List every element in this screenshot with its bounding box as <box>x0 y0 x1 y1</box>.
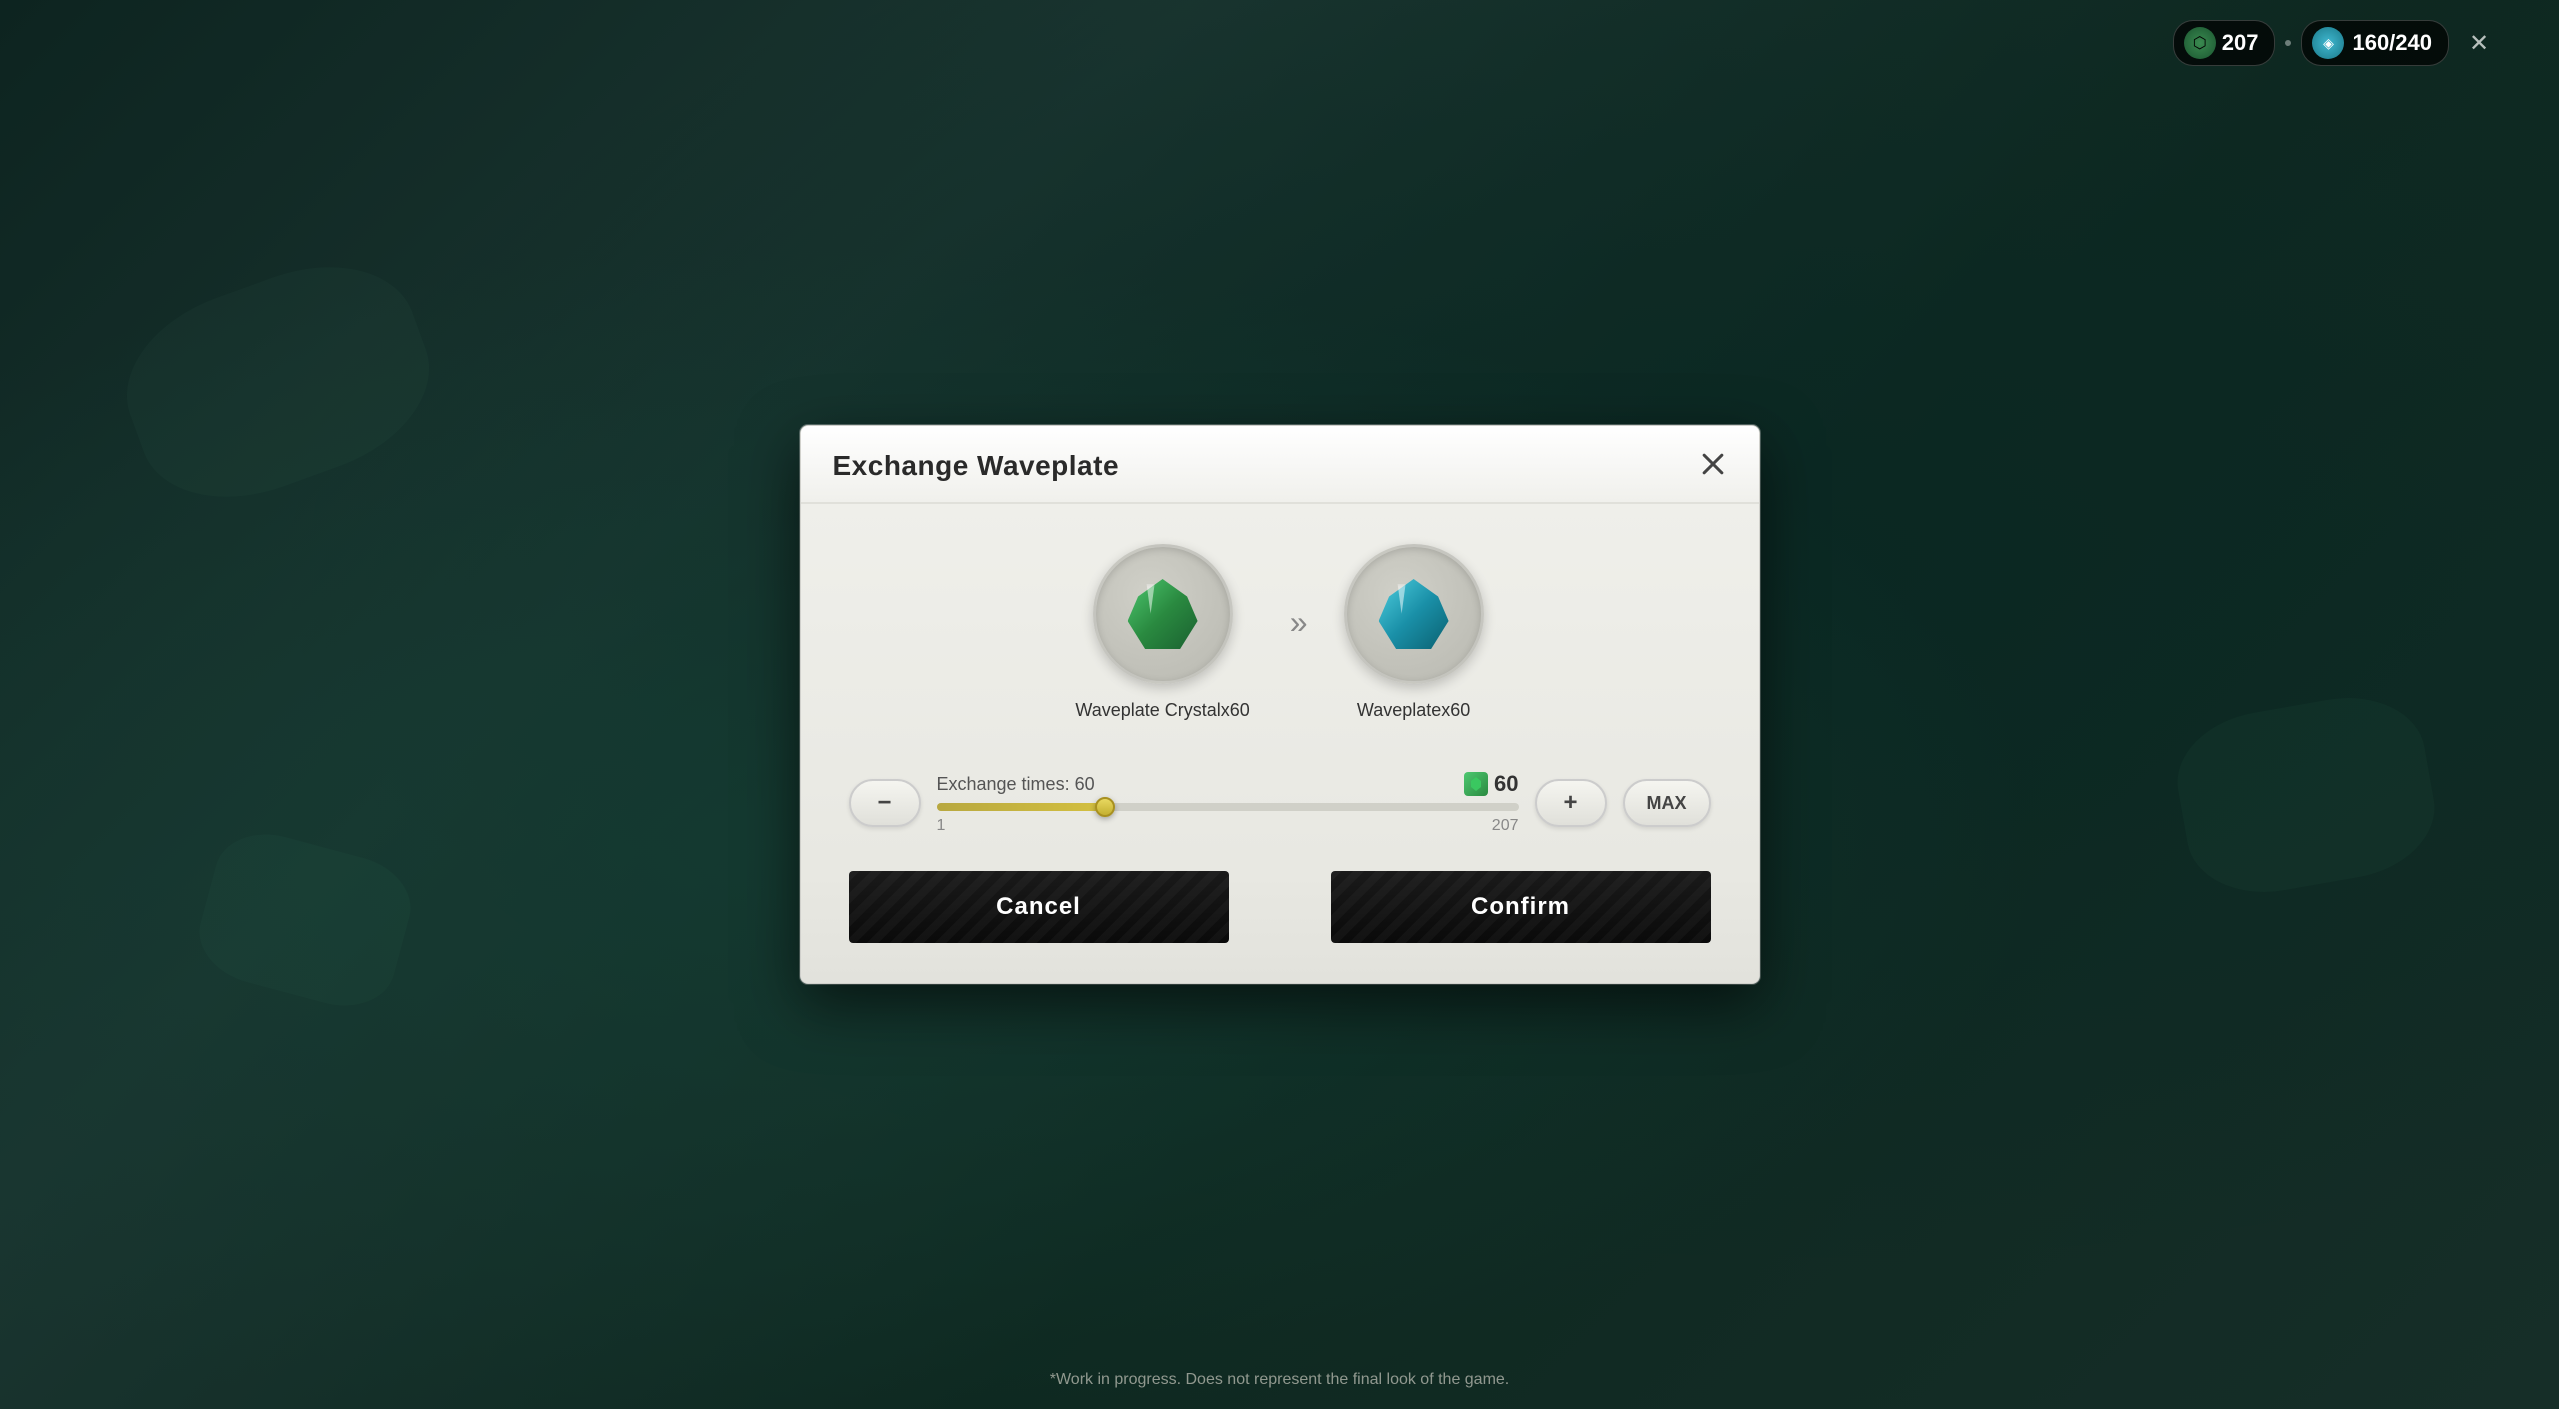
to-item: Waveplatex60 <box>1344 544 1484 721</box>
exchange-controls: − Exchange times: 60 60 <box>849 771 1711 835</box>
max-button[interactable]: MAX <box>1623 779 1711 827</box>
dialog-title: Exchange Waveplate <box>833 450 1120 482</box>
slider-labels: 1 207 <box>937 817 1519 835</box>
exchange-count-badge: 60 <box>1464 771 1518 797</box>
slider-thumb[interactable] <box>1095 797 1115 817</box>
crystal-shape <box>1128 579 1198 649</box>
count-value: 60 <box>1494 771 1518 797</box>
gem-icon <box>1469 777 1483 791</box>
confirm-button[interactable]: Confirm <box>1331 871 1711 943</box>
modal-backdrop: Exchange Waveplate Wavepl <box>0 0 2559 1409</box>
slider-track[interactable] <box>937 803 1519 811</box>
count-icon <box>1464 772 1488 796</box>
slider-container: Exchange times: 60 60 <box>937 771 1519 835</box>
exchange-items-row: Waveplate Crystalx60 » Waveplatex60 <box>849 544 1711 721</box>
decrease-button[interactable]: − <box>849 779 921 827</box>
waveplate-crystal-icon <box>1374 574 1454 654</box>
slider-fill <box>937 803 1106 811</box>
from-item-circle <box>1093 544 1233 684</box>
dialog-close-button[interactable] <box>1691 442 1735 486</box>
to-item-circle <box>1344 544 1484 684</box>
slider-max-label: 207 <box>1492 817 1519 835</box>
waveplate-shape <box>1379 579 1449 649</box>
increase-button[interactable]: + <box>1535 779 1607 827</box>
from-item: Waveplate Crystalx60 <box>1075 544 1249 721</box>
arrow-icon: » <box>1290 604 1304 641</box>
dialog-footer: Cancel Confirm <box>801 871 1759 983</box>
exchange-arrow: » <box>1290 604 1304 641</box>
to-item-label: Waveplatex60 <box>1357 700 1470 721</box>
exchange-label: Exchange times: 60 60 <box>937 771 1519 797</box>
exchange-dialog: Exchange Waveplate Wavepl <box>800 425 1760 984</box>
slider-min-label: 1 <box>937 817 946 835</box>
close-x-icon <box>1699 450 1727 478</box>
controls-row: − Exchange times: 60 60 <box>849 771 1711 835</box>
crystal-icon <box>1123 574 1203 654</box>
dialog-header: Exchange Waveplate <box>801 426 1759 504</box>
from-item-label: Waveplate Crystalx60 <box>1075 700 1249 721</box>
cancel-button[interactable]: Cancel <box>849 871 1229 943</box>
dialog-body: Waveplate Crystalx60 » Waveplatex60 <box>801 504 1759 871</box>
